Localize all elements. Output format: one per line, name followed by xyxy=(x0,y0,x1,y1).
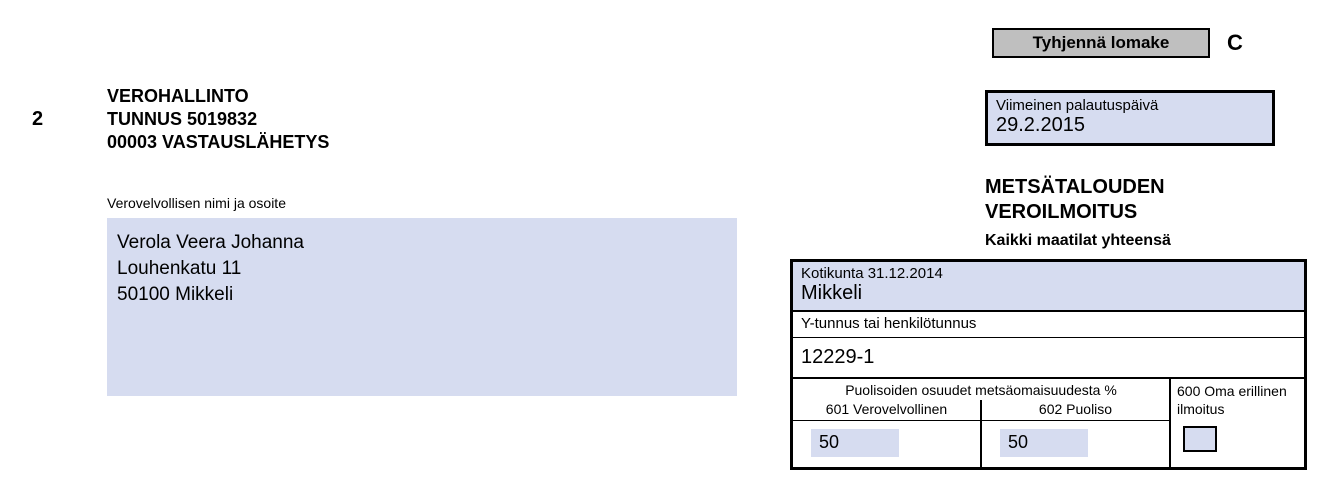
name-address-label: Verovelvollisen nimi ja osoite xyxy=(107,195,286,211)
kotikunta-row: Kotikunta 31.12.2014 Mikkeli xyxy=(793,262,1304,312)
form-title-line1: METSÄTALOUDEN xyxy=(985,175,1165,200)
form-number: 2 xyxy=(32,108,43,131)
own-notice-label: 600 Oma erillinen ilmoitus xyxy=(1171,379,1304,420)
bottom-row: Puolisoiden osuudet metsäomaisuudesta % … xyxy=(793,379,1304,467)
share-col-taxpayer: 601 Verovelvollinen 50 xyxy=(793,400,982,467)
share-col2-label: 602 Puoliso xyxy=(982,400,1169,421)
data-container: Kotikunta 31.12.2014 Mikkeli Y-tunnus ta… xyxy=(790,259,1307,470)
form-letter: C xyxy=(1227,30,1243,56)
return-date-value: 29.2.2015 xyxy=(996,114,1264,137)
form-title-line2: VEROILMOITUS xyxy=(985,200,1165,225)
sender-block: VEROHALLINTO TUNNUS 5019832 00003 VASTAU… xyxy=(107,85,329,154)
taxpayer-street: Louhenkatu 11 xyxy=(117,256,727,282)
ytunnus-value: 12229-1 xyxy=(793,338,1304,377)
taxpayer-name: Verola Veera Johanna xyxy=(117,230,727,256)
clear-form-button[interactable]: Tyhjennä lomake xyxy=(992,28,1210,58)
return-date-label: Viimeinen palautuspäivä xyxy=(996,97,1264,114)
sender-line2: TUNNUS 5019832 xyxy=(107,108,329,131)
share-col-spouse: 602 Puoliso 50 xyxy=(982,400,1169,467)
share-spouse-input[interactable]: 50 xyxy=(1000,429,1088,457)
shares-block: Puolisoiden osuudet metsäomaisuudesta % … xyxy=(793,379,1171,467)
share-col1-label: 601 Verovelvollinen xyxy=(793,400,980,421)
kotikunta-label: Kotikunta 31.12.2014 xyxy=(801,265,1296,282)
ytunnus-row: Y-tunnus tai henkilötunnus 12229-1 xyxy=(793,312,1304,379)
sender-line1: VEROHALLINTO xyxy=(107,85,329,108)
own-notice-block: 600 Oma erillinen ilmoitus xyxy=(1171,379,1304,467)
own-notice-checkbox[interactable] xyxy=(1183,426,1217,452)
ytunnus-label: Y-tunnus tai henkilötunnus xyxy=(793,312,1304,338)
form-title: METSÄTALOUDEN VEROILMOITUS xyxy=(985,175,1165,225)
return-date-box: Viimeinen palautuspäivä 29.2.2015 xyxy=(985,90,1275,146)
sender-line3: 00003 VASTAUSLÄHETYS xyxy=(107,131,329,154)
name-address-field[interactable]: Verola Veera Johanna Louhenkatu 11 50100… xyxy=(107,218,737,396)
form-subtitle: Kaikki maatilat yhteensä xyxy=(985,232,1171,250)
shares-header: Puolisoiden osuudet metsäomaisuudesta % xyxy=(793,379,1169,400)
kotikunta-value: Mikkeli xyxy=(801,282,1296,305)
taxpayer-city: 50100 Mikkeli xyxy=(117,282,727,308)
share-taxpayer-input[interactable]: 50 xyxy=(811,429,899,457)
